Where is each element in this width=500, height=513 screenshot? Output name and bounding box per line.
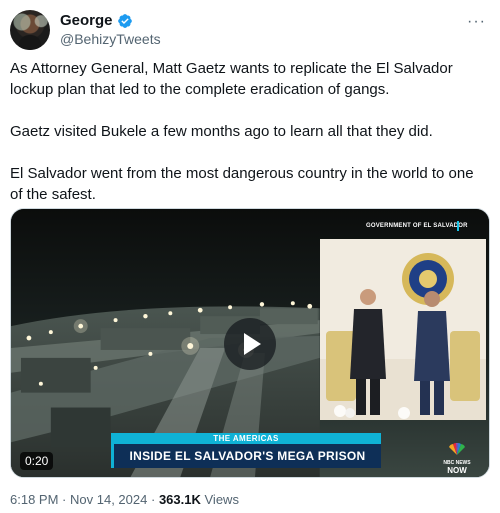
- tweet-paragraph: As Attorney General, Matt Gaetz wants to…: [10, 60, 453, 98]
- views-count: 363.1K: [158, 492, 201, 507]
- network-now: NOW: [447, 466, 467, 475]
- avatar[interactable]: [10, 10, 50, 50]
- meta-separator: ·: [62, 492, 67, 507]
- tweet-meta: 6:18 PM · Nov 14, 2024 · 363.1K Views: [10, 492, 239, 507]
- display-name[interactable]: George: [60, 12, 113, 29]
- views-label: Views: [204, 492, 239, 507]
- tweet-paragraph: El Salvador went from the most dangerous…: [10, 165, 474, 203]
- headline-label: INSIDE EL SALVADOR'S MEGA PRISON: [129, 449, 366, 463]
- meeting-photo: [320, 239, 486, 420]
- video-duration: 0:20: [20, 452, 54, 470]
- tweet-paragraph: Gaetz visited Bukele a few months ago to…: [10, 123, 433, 140]
- tweet-date[interactable]: Nov 14, 2024: [70, 492, 147, 507]
- peacock-icon: [449, 442, 465, 455]
- section-label: THE AMERICAS: [213, 434, 279, 443]
- source-accent-bar: [457, 221, 459, 231]
- more-options-icon[interactable]: ···: [467, 13, 486, 31]
- play-icon[interactable]: [224, 318, 276, 370]
- headline-banner: INSIDE EL SALVADOR'S MEGA PRISON: [111, 444, 381, 468]
- network-logo: NBC NEWS NOW: [443, 442, 471, 475]
- verified-badge-icon: [117, 13, 132, 28]
- meta-separator: ·: [150, 492, 156, 507]
- tweet-text: As Attorney General, Matt Gaetz wants to…: [10, 58, 490, 226]
- tweet-header: George @BehizyTweets ···: [10, 10, 490, 50]
- handle[interactable]: @BehizyTweets: [60, 31, 161, 47]
- name-row: George: [60, 12, 133, 29]
- video-source-label: GOVERNMENT OF EL SALVADOR: [366, 223, 468, 229]
- section-banner: THE AMERICAS: [111, 433, 381, 444]
- video-player[interactable]: GOVERNMENT OF EL SALVADOR THE AMERICAS I…: [10, 208, 490, 478]
- tweet-time[interactable]: 6:18 PM: [10, 492, 58, 507]
